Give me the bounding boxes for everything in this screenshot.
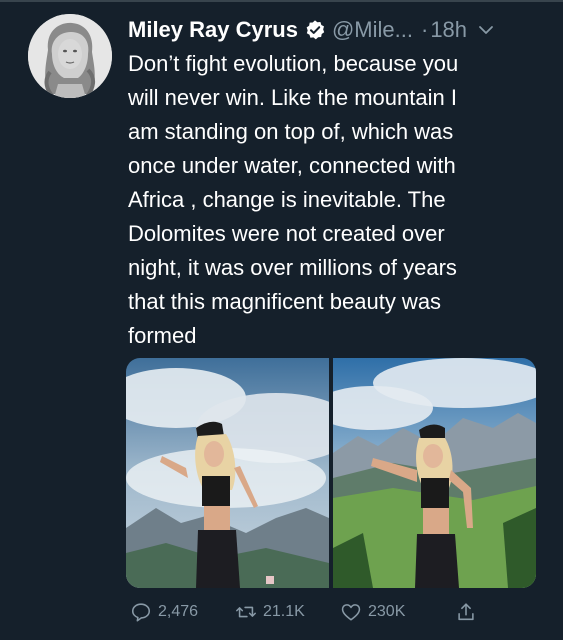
tweet-text: Don’t fight evolution, because you will …: [128, 51, 459, 348]
separator-dot: ·: [420, 17, 429, 42]
share-icon: [458, 603, 474, 621]
divider: [0, 0, 563, 2]
chevron-down-icon[interactable]: [477, 21, 495, 39]
reply-button[interactable]: 2,476: [130, 601, 235, 623]
avatar-image: [28, 14, 112, 98]
like-button[interactable]: 230K: [340, 601, 455, 623]
like-icon: [341, 604, 361, 621]
verified-badge-icon: [304, 19, 326, 41]
author-name[interactable]: Miley Ray Cyrus: [128, 14, 298, 46]
author-handle[interactable]: @Mile...: [332, 14, 413, 46]
retweet-button[interactable]: 21.1K: [235, 601, 340, 623]
share-button[interactable]: [455, 601, 485, 623]
tweet-header: Miley Ray Cyrus @Mile... · 18h: [128, 14, 553, 46]
tweet-card[interactable]: Miley Ray Cyrus @Mile... · 18h Don’t fig…: [0, 0, 563, 640]
retweet-count: 21.1K: [263, 603, 305, 620]
like-count: 230K: [368, 603, 406, 620]
tweet-actions: 2,476 21.1K 230K: [130, 598, 550, 626]
tweet-photo-2[interactable]: [333, 358, 536, 588]
media-grid: [126, 358, 536, 588]
reply-count: 2,476: [158, 603, 199, 620]
tweet-timestamp[interactable]: 18h: [430, 14, 467, 46]
retweet-icon: [236, 606, 256, 618]
tweet-photo-1[interactable]: [126, 358, 329, 588]
reply-icon: [131, 603, 151, 622]
avatar[interactable]: [28, 14, 112, 98]
